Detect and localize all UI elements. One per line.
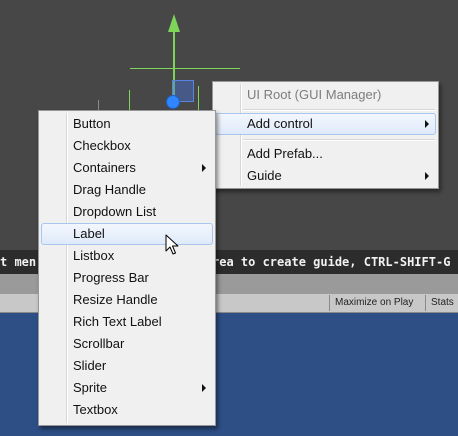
gizmo-pivot-icon[interactable] [167,96,179,108]
submenu-item-dropdown-list[interactable]: Dropdown List [41,201,213,223]
mouse-pointer-icon [165,234,179,255]
submenu-item-progress-bar[interactable]: Progress Bar [41,267,213,289]
menu-separator [243,109,435,111]
menu-separator [243,139,435,141]
menu-item-ui-root: UI Root (GUI Manager) [247,87,382,102]
submenu-item-scrollbar[interactable]: Scrollbar [41,333,213,355]
submenu-item-rich-text-label[interactable]: Rich Text Label [41,311,213,333]
submenu-item-listbox[interactable]: Listbox [41,245,213,267]
submenu-item-checkbox[interactable]: Checkbox [41,135,213,157]
gizmo-y-arrow-icon[interactable] [168,14,180,32]
guide-line-horizontal [130,68,240,69]
submenu-arrow-icon [425,120,429,128]
add-control-submenu: Button Checkbox Containers Drag Handle D… [38,110,216,426]
submenu-item-button[interactable]: Button [41,113,213,135]
maximize-on-play-button[interactable]: Maximize on Play [329,295,418,311]
hint-text-right: rea to create guide, CTRL-SHIFT-G to [212,255,458,269]
submenu-arrow-icon [202,164,206,172]
submenu-item-containers[interactable]: Containers [41,157,213,179]
submenu-item-slider[interactable]: Slider [41,355,213,377]
submenu-item-label[interactable]: Label [41,223,213,245]
guide-line-vertical [98,100,99,110]
submenu-item-sprite[interactable]: Sprite [41,377,213,399]
context-menu: UI Root (GUI Manager) Add control Add Pr… [212,81,439,189]
guide-line-vertical [198,86,199,110]
submenu-item-resize-handle[interactable]: Resize Handle [41,289,213,311]
submenu-arrow-icon [425,172,429,180]
stats-button[interactable]: Stats [425,295,458,311]
submenu-item-drag-handle[interactable]: Drag Handle [41,179,213,201]
menu-item-add-prefab[interactable]: Add Prefab... [215,143,436,165]
menu-item-guide[interactable]: Guide [215,165,436,187]
menu-item-add-control[interactable]: Add control [215,113,436,135]
guide-line-vertical [129,90,130,110]
hint-text-left: t men [0,255,37,269]
submenu-item-textbox[interactable]: Textbox [41,399,213,421]
submenu-arrow-icon [202,384,206,392]
